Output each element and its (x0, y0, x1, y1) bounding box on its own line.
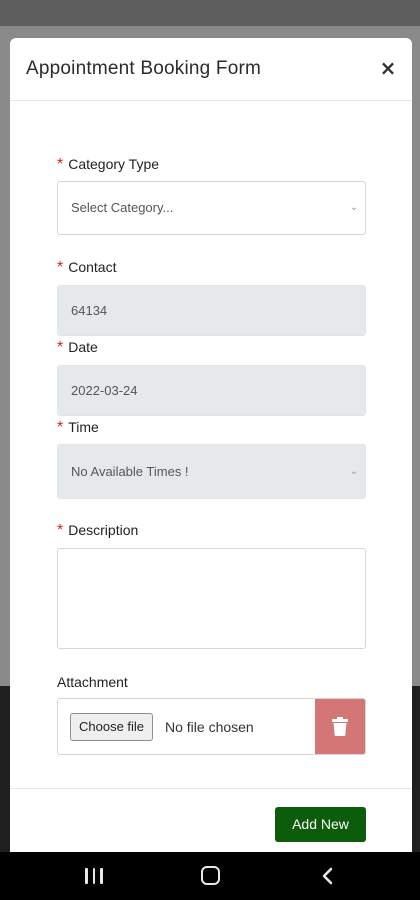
android-nav-bar (0, 852, 420, 900)
chevron-down-icon: ⌄ (349, 466, 359, 477)
contact-label-text: Contact (68, 259, 117, 275)
contact-label: * Contact (57, 259, 116, 277)
modal-footer: Add New (10, 788, 412, 852)
description-label-text: Description (68, 522, 139, 538)
contact-field[interactable]: 64134 (57, 285, 366, 336)
close-button[interactable]: × (378, 56, 398, 80)
delete-attachment-button[interactable] (315, 699, 365, 754)
date-label-text: Date (68, 339, 98, 355)
file-status-text: No file chosen (165, 719, 254, 735)
category-type-select[interactable]: Select Category... ⌄ (57, 181, 366, 235)
date-value: 2022-03-24 (71, 383, 138, 398)
contact-value: 64134 (71, 303, 108, 318)
required-mark: * (57, 259, 64, 276)
date-label: * Date (57, 339, 98, 357)
back-icon[interactable] (318, 866, 338, 886)
description-label: * Description (57, 522, 138, 540)
time-label: * Time (57, 419, 99, 437)
required-mark: * (57, 522, 64, 539)
attachment-label: Attachment (57, 674, 128, 690)
choose-file-button[interactable]: Choose file (70, 713, 154, 741)
recents-icon[interactable] (84, 867, 104, 885)
category-type-label-text: Category Type (68, 156, 160, 172)
required-mark: * (57, 156, 64, 173)
required-mark: * (57, 419, 64, 436)
time-select[interactable]: No Available Times ! ⌄ (57, 444, 366, 499)
category-type-label: * Category Type (57, 156, 159, 174)
trash-icon (332, 717, 348, 736)
time-label-text: Time (68, 419, 99, 435)
appointment-modal: Appointment Booking Form × * Category Typ… (10, 38, 412, 852)
home-icon[interactable] (201, 866, 220, 885)
category-placeholder: Select Category... (71, 200, 174, 215)
time-value: No Available Times ! (71, 464, 189, 479)
description-textarea[interactable] (57, 548, 366, 649)
add-new-button[interactable]: Add New (275, 807, 366, 842)
chevron-down-icon: ⌄ (349, 202, 359, 213)
date-field[interactable]: 2022-03-24 (57, 365, 366, 416)
required-mark: * (57, 339, 64, 356)
modal-header: Appointment Booking Form × (10, 38, 412, 101)
status-bar-area (0, 0, 420, 26)
attachment-input: Choose file No file chosen (57, 698, 366, 755)
modal-title: Appointment Booking Form (26, 58, 262, 79)
